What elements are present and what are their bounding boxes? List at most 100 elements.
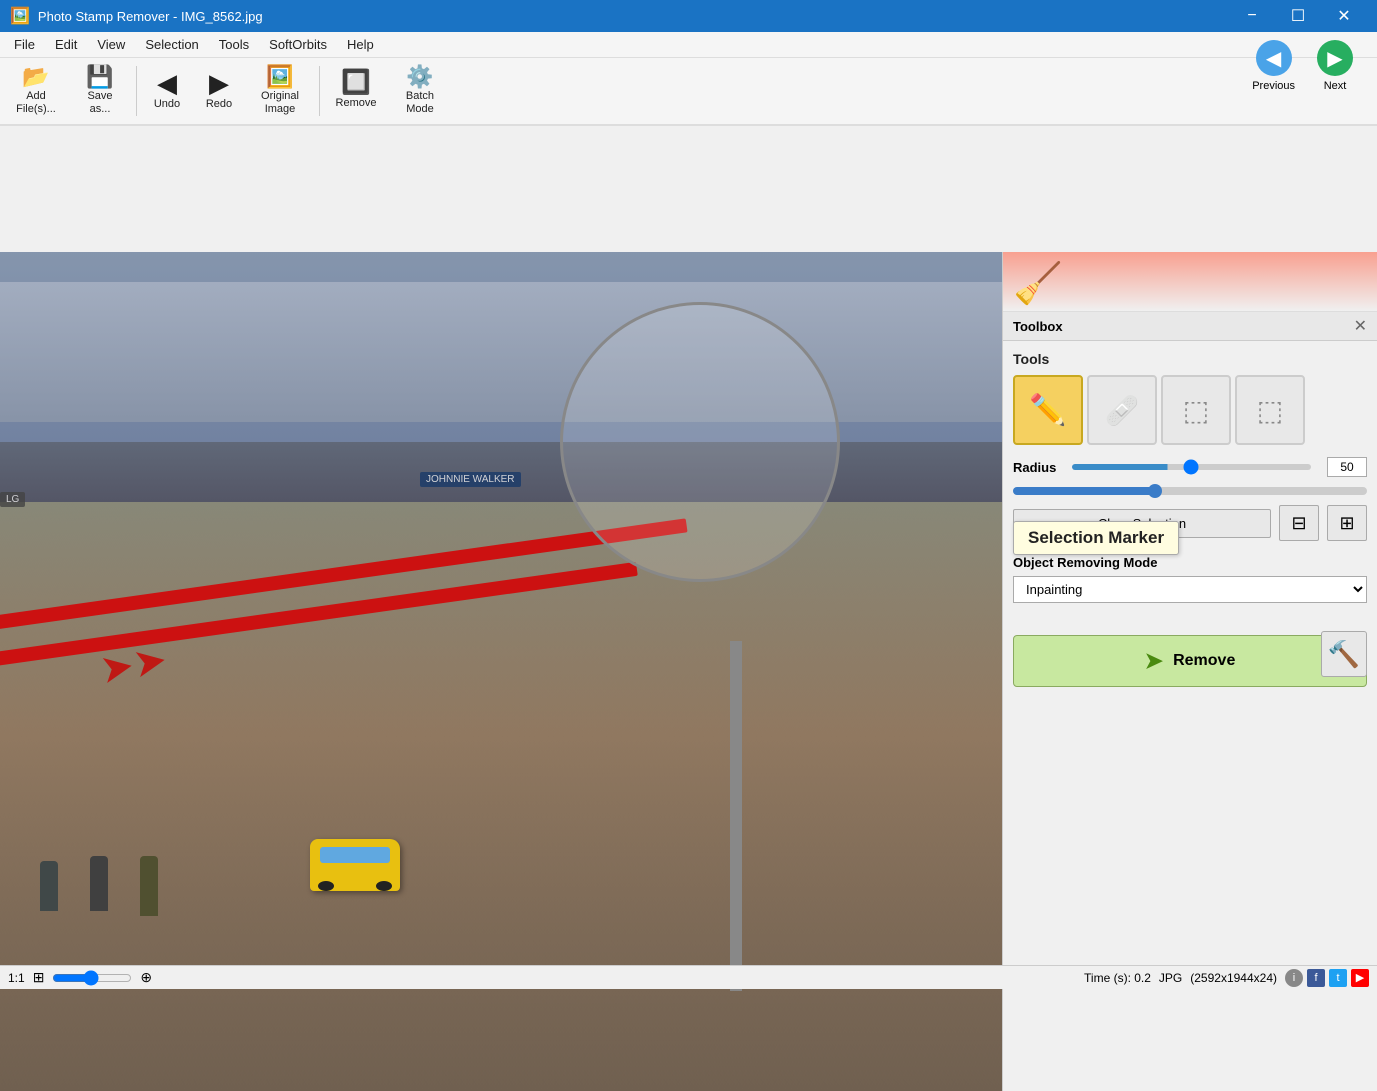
select-all-button[interactable]: ⊟ [1279,505,1319,541]
radius-label: Radius [1013,460,1056,475]
app-icon: 🖼️ [10,6,30,26]
menu-help[interactable]: Help [337,35,384,54]
selection-marker-tooltip: Selection Marker [1013,521,1179,555]
zoom-slider[interactable] [52,970,132,986]
menu-bar: File Edit View Selection Tools SoftOrbit… [0,32,1377,58]
status-bar: 1:1 ⊞ ⊕ Time (s): 0.2 JPG (2592x1944x24)… [0,965,1377,989]
facebook-icon[interactable]: f [1307,969,1325,987]
next-button[interactable]: ▶ Next [1309,36,1361,96]
toolbar-left: 📂 Add File(s)... 💾 Save as... ◀ Undo ▶ R… [4,61,452,121]
save-as-label: Save as... [87,90,112,116]
redo-label: Redo [206,98,232,111]
minimize-button[interactable]: − [1229,0,1275,32]
marker-tool-icon: ✏️ [1029,393,1066,428]
menu-selection[interactable]: Selection [135,35,208,54]
rect-select-icon: ⬚ [1183,394,1209,427]
batch-mode-icon: ⚙️ [406,66,433,88]
eraser-tool-icon: 🩹 [1105,394,1140,427]
sponsor-sign: JOHNNIE WALKER [420,472,521,487]
toolbar-separator-1 [136,66,137,116]
eraser-decorative-icon: 🧹 [1013,260,1063,307]
tools-row: ✏️ 🩹 ⬚ ⬚ 🔨 [1013,375,1367,445]
batch-mode-button[interactable]: ⚙️ Batch Mode [388,61,452,121]
zoom-label: 1:1 [8,971,25,985]
title-bar: 🖼️ Photo Stamp Remover - IMG_8562.jpg − … [0,0,1377,32]
menu-view[interactable]: View [87,35,135,54]
remove-big-label: Remove [1173,652,1235,670]
add-files-button[interactable]: 📂 Add File(s)... [4,61,68,121]
mode-select[interactable]: Inpainting Smart Fill Texture Synthesis [1013,576,1367,603]
batch-mode-label: Batch Mode [406,90,434,116]
mode-label: Object Removing Mode [1013,555,1367,570]
select-all-icon: ⊟ [1291,513,1306,534]
previous-button[interactable]: ◀ Previous [1244,36,1303,96]
save-as-icon: 💾 [86,66,113,88]
menu-edit[interactable]: Edit [45,35,87,54]
eraser-tool-button[interactable]: 🩹 [1087,375,1157,445]
remove-label: Remove [336,97,377,110]
close-button[interactable]: ✕ [1321,0,1367,32]
radius-value-input[interactable] [1327,457,1367,477]
yellow-car [310,839,400,891]
format-label: JPG [1159,971,1182,985]
toolbox-title: Toolbox [1013,319,1063,334]
info-icon[interactable]: i [1285,969,1303,987]
lg-sign: LG [0,492,25,507]
status-icons: i f t ▶ [1285,969,1369,987]
save-as-button[interactable]: 💾 Save as... [68,61,132,121]
toolbox-header: Toolbox ✕ [1003,312,1377,341]
car-wheel-left [318,881,334,891]
rect-select-tool-button[interactable]: ⬚ [1161,375,1231,445]
remove-button[interactable]: 🔲 Remove [324,61,388,121]
magic-tool-button[interactable]: ⬚ [1235,375,1305,445]
invert-selection-icon: ⊞ [1339,513,1354,534]
figure-2 [90,856,108,911]
undo-label: Undo [154,98,180,111]
invert-selection-button[interactable]: ⊞ [1327,505,1367,541]
radius-track [1013,487,1367,495]
add-files-label: Add File(s)... [16,90,56,116]
remove-big-button[interactable]: ➤ Remove [1013,635,1367,687]
menu-tools[interactable]: Tools [209,35,259,54]
navigation-area: ◀ Previous ▶ Next [1244,32,1361,100]
tools-section-title: Tools [1013,351,1367,367]
toolbox-close-button[interactable]: ✕ [1354,316,1367,336]
toolbar-separator-2 [319,66,320,116]
previous-label: Previous [1252,80,1295,92]
remove-arrow-icon: ➤ [1145,648,1163,674]
magic-tool-icon: ⬚ [1257,394,1283,427]
marker-tool-button[interactable]: ✏️ [1013,375,1083,445]
toolbar: 📂 Add File(s)... 💾 Save as... ◀ Undo ▶ R… [0,58,1377,126]
stamp-button[interactable]: 🔨 [1321,631,1367,677]
zoom-plus-icon: ⊕ [140,969,152,986]
car-windshield [320,847,390,863]
mode-select-container: Inpainting Smart Fill Texture Synthesis [1013,576,1367,619]
maximize-button[interactable]: ☐ [1275,0,1321,32]
next-arrow-icon: ▶ [1317,40,1353,76]
undo-icon: ◀ [157,70,177,96]
remove-icon: 🔲 [341,71,371,95]
original-image-label: Original Image [261,90,299,116]
car-wheel-right [376,881,392,891]
menu-softorbits[interactable]: SoftOrbits [259,35,337,54]
stamp-icon: 🔨 [1328,639,1360,670]
original-image-button[interactable]: 🖼️ Original Image [245,61,315,121]
twitter-icon[interactable]: t [1329,969,1347,987]
dimensions-label: (2592x1944x24) [1190,971,1277,985]
radius-slider[interactable] [1072,464,1311,470]
window-controls: − ☐ ✕ [1229,0,1367,32]
tooltip-text: Selection Marker [1028,528,1164,547]
menu-file[interactable]: File [4,35,45,54]
redo-button[interactable]: ▶ Redo [193,61,245,121]
youtube-icon[interactable]: ▶ [1351,969,1369,987]
previous-arrow-icon: ◀ [1256,40,1292,76]
window-title: Photo Stamp Remover - IMG_8562.jpg [38,9,1229,24]
toolbox-top-image: 🧹 [1003,252,1377,312]
undo-button[interactable]: ◀ Undo [141,61,193,121]
radius-row: Radius [1013,457,1367,477]
radius-thumb [1148,484,1162,498]
zoom-icon: ⊞ [33,969,45,986]
original-image-icon: 🖼️ [266,66,293,88]
time-label: Time (s): 0.2 [1084,971,1151,985]
next-label: Next [1324,80,1347,92]
